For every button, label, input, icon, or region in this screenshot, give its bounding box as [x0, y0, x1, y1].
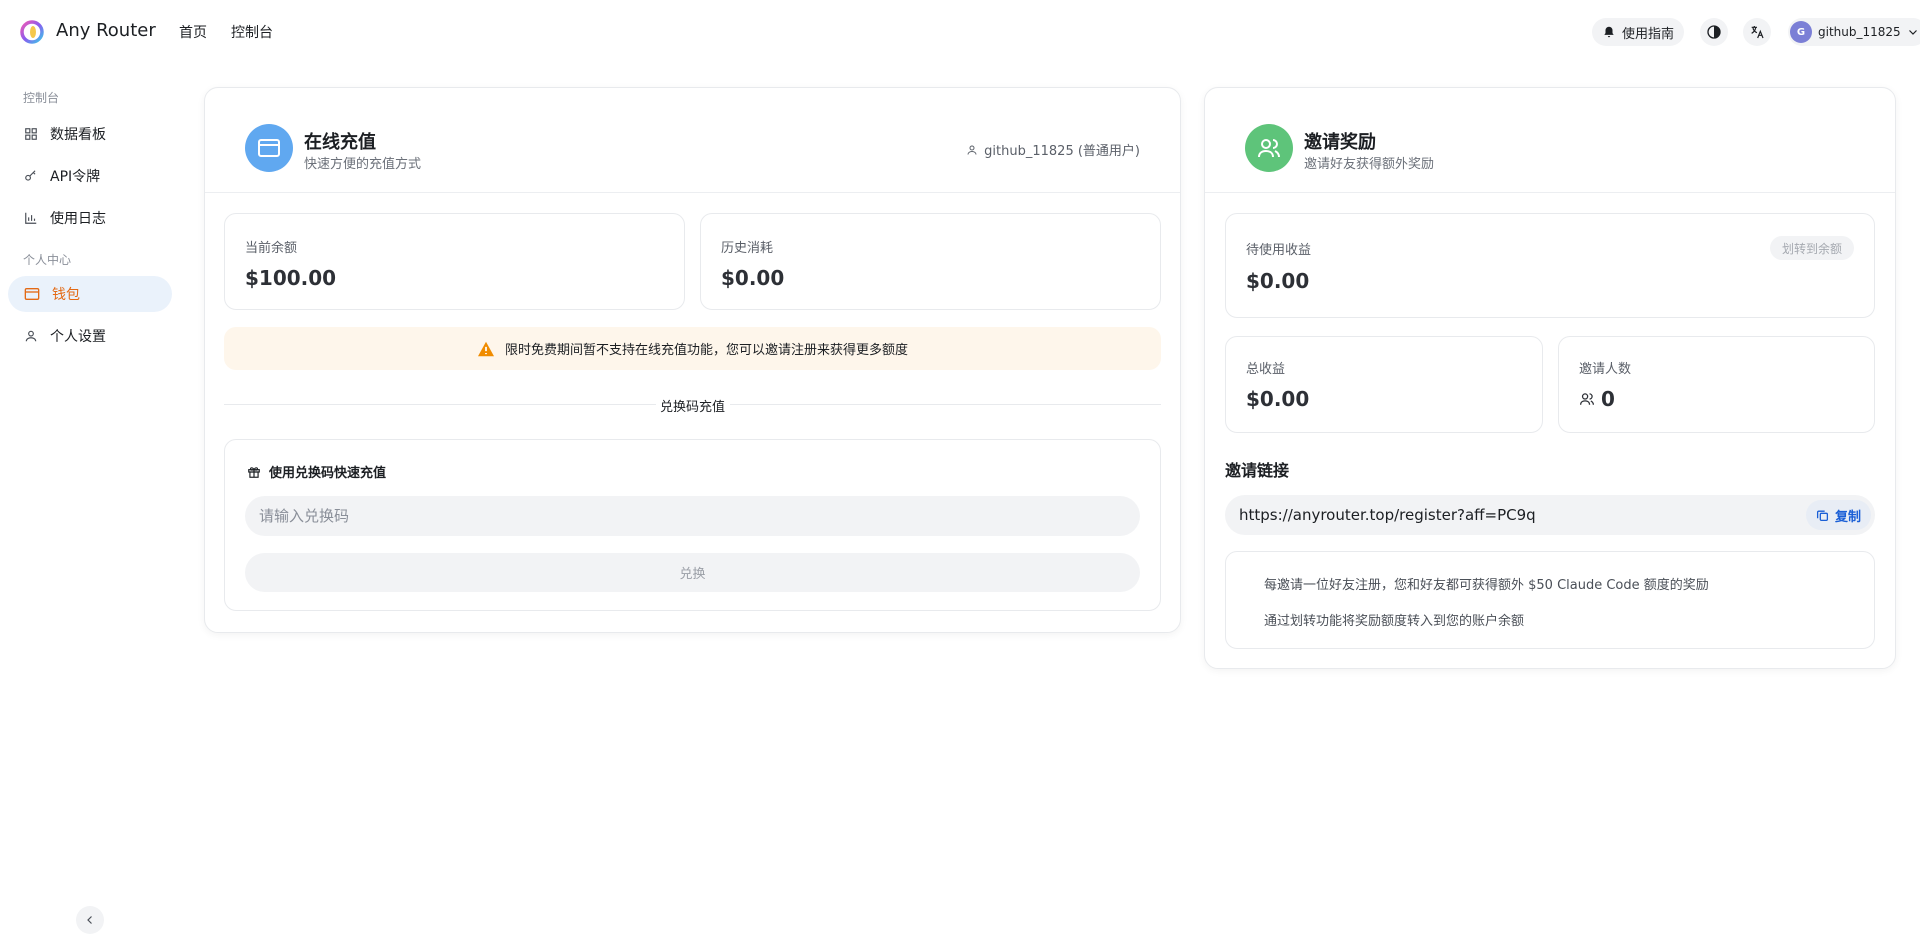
- redeem-title-text: 使用兑换码快速充值: [269, 466, 387, 481]
- sidebar-collapse-button[interactable]: [76, 906, 104, 934]
- redeem-panel: 使用兑换码快速充值 兑换: [224, 439, 1161, 611]
- sidebar-item-wallet[interactable]: 钱包: [8, 276, 172, 312]
- user-icon: [25, 330, 37, 342]
- guide-label: 使用指南: [1622, 26, 1675, 42]
- warning-notice: 限时免费期间暂不支持在线充值功能，您可以邀请注册来获得更多额度: [224, 327, 1161, 370]
- pending-label: 待使用收益: [1246, 243, 1312, 258]
- count-row: 0: [1579, 387, 1615, 411]
- chart-icon: [25, 212, 37, 224]
- sidebar-item-label: 数据看板: [50, 127, 106, 143]
- bell-icon: [1604, 26, 1614, 38]
- invite-card-header: 邀请奖励 邀请好友获得额外奖励: [1205, 88, 1895, 193]
- pending-earnings-stat: 待使用收益 $0.00 划转到余额: [1225, 213, 1875, 318]
- sidebar-item-api-tokens[interactable]: API令牌: [8, 158, 172, 194]
- count-label: 邀请人数: [1579, 362, 1632, 377]
- balance-label: 当前余额: [245, 241, 298, 256]
- info-line: 通过划转功能将奖励额度转入到您的账户余额: [1264, 614, 1525, 629]
- sidebar-item-label: 钱包: [52, 287, 80, 303]
- copy-icon: [1816, 510, 1829, 521]
- invite-info-box: 每邀请一位好友注册，您和好友都可获得额外 $50 Claude Code 额度的…: [1225, 551, 1875, 649]
- recharge-user-text: github_11825 (普通用户): [984, 144, 1140, 159]
- divider-line-left: [224, 404, 656, 405]
- balance-stat: 当前余额 $100.00: [224, 213, 685, 310]
- recharge-icon-badge: [245, 124, 293, 172]
- user-icon: [967, 145, 977, 155]
- chevron-left-icon: [87, 916, 92, 924]
- wallet-icon: [24, 288, 40, 300]
- history-stat: 历史消耗 $0.00: [700, 213, 1161, 310]
- total-value: $0.00: [1246, 387, 1310, 411]
- nav-home[interactable]: 首页: [179, 22, 207, 42]
- top-header: Any Router 首页 控制台 使用指南 G github_11825: [0, 0, 1920, 64]
- sidebar-item-dashboard[interactable]: 数据看板: [8, 116, 172, 152]
- users-icon: [1258, 139, 1280, 158]
- invite-link-field[interactable]: https://anyrouter.top/register?aff=PC9q …: [1225, 495, 1875, 535]
- redeem-divider-label: 兑换码充值: [656, 396, 730, 415]
- brand-name[interactable]: Any Router: [56, 20, 156, 41]
- theme-toggle-button[interactable]: [1700, 18, 1728, 46]
- divider-line-right: [730, 404, 1161, 405]
- total-label: 总收益: [1246, 362, 1286, 377]
- invite-title: 邀请奖励: [1304, 132, 1376, 153]
- sidebar-item-label: 使用日志: [50, 211, 106, 227]
- users-icon: [1580, 393, 1594, 405]
- moon-icon: [1707, 25, 1721, 39]
- dashboard-icon: [25, 128, 37, 140]
- recharge-subtitle: 快速方便的充值方式: [304, 157, 422, 172]
- total-earnings-stat: 总收益 $0.00: [1225, 336, 1543, 433]
- recharge-user-info: github_11825 (普通用户): [966, 140, 1140, 159]
- sidebar-section-console: 控制台: [23, 91, 60, 105]
- invite-link-label: 邀请链接: [1225, 461, 1290, 480]
- gift-icon: [248, 466, 260, 478]
- history-value: $0.00: [721, 266, 785, 290]
- user-name: github_11825: [1818, 25, 1901, 39]
- invite-subtitle: 邀请好友获得额外奖励: [1304, 157, 1435, 172]
- language-button[interactable]: [1743, 18, 1771, 46]
- sidebar-item-label: API令牌: [50, 169, 101, 185]
- translate-icon: [1751, 26, 1764, 39]
- copy-label: 复制: [1834, 509, 1861, 525]
- balance-value: $100.00: [245, 266, 337, 290]
- recharge-card-header: 在线充值 快速方便的充值方式 github_11825 (普通用户): [205, 88, 1180, 193]
- guide-button[interactable]: 使用指南: [1592, 18, 1685, 46]
- invite-count-stat: 邀请人数 0: [1558, 336, 1875, 433]
- copy-button[interactable]: 复制: [1805, 500, 1871, 530]
- redeem-code-input[interactable]: [245, 496, 1140, 536]
- sidebar-item-settings[interactable]: 个人设置: [8, 318, 172, 354]
- notice-text: 限时免费期间暂不支持在线充值功能，您可以邀请注册来获得更多额度: [504, 343, 908, 358]
- nav-console[interactable]: 控制台: [231, 22, 273, 42]
- avatar: G: [1790, 21, 1812, 43]
- redeem-button[interactable]: 兑换: [245, 553, 1140, 592]
- logo-icon[interactable]: [20, 20, 44, 44]
- redeem-title: 使用兑换码快速充值: [247, 462, 386, 481]
- recharge-title: 在线充值: [304, 132, 376, 153]
- key-icon: [25, 170, 36, 181]
- count-value: 0: [1601, 387, 1615, 411]
- user-menu[interactable]: G github_11825: [1788, 18, 1920, 46]
- invite-link-value[interactable]: https://anyrouter.top/register?aff=PC9q: [1239, 506, 1536, 524]
- history-label: 历史消耗: [721, 241, 774, 256]
- credit-card-icon: [258, 139, 280, 157]
- chevron-down-icon: [1908, 30, 1917, 35]
- sidebar: 控制台 数据看板 API令牌 使用日志 个人中心 钱包 个人设置: [0, 64, 180, 947]
- warning-icon: [477, 341, 494, 356]
- sidebar-item-label: 个人设置: [50, 329, 106, 345]
- sidebar-item-usage-logs[interactable]: 使用日志: [8, 200, 172, 236]
- info-line: 每邀请一位好友注册，您和好友都可获得额外 $50 Claude Code 额度的…: [1264, 578, 1709, 593]
- transfer-button[interactable]: 划转到余额: [1769, 236, 1854, 260]
- sidebar-section-personal: 个人中心: [23, 253, 72, 267]
- pending-value: $0.00: [1246, 269, 1310, 293]
- invite-icon-badge: [1245, 124, 1293, 172]
